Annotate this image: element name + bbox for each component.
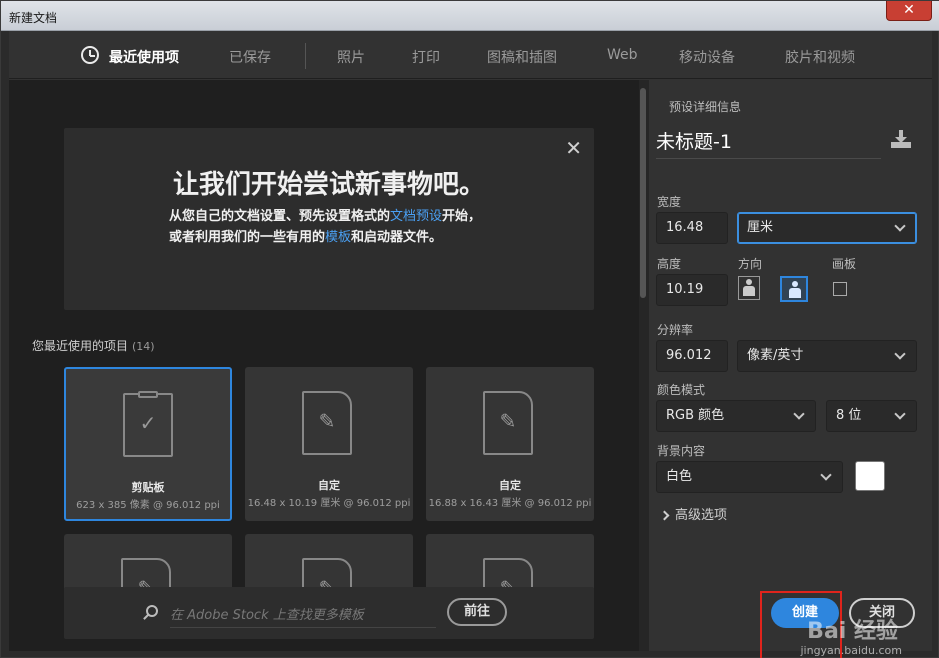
recent-panel: ✕ 让我们开始尝试新事物吧。 从您自己的文档设置、预先设置格式的文档预设开始，或… (9, 80, 639, 651)
scrollbar-thumb[interactable] (640, 88, 646, 298)
landscape-orientation-icon[interactable] (780, 276, 808, 302)
preset-section-title: 预设详细信息 (669, 100, 742, 114)
width-unit-select[interactable]: 厘米 (737, 212, 917, 244)
width-label: 宽度 (657, 195, 682, 209)
clipboard-icon: ✓ (123, 391, 173, 457)
chevron-down-icon (894, 408, 906, 420)
welcome-description: 从您自己的文档设置、预先设置格式的文档预设开始，或者利用我们的一些有用的模板和启… (169, 206, 489, 248)
watermark-logo: Bai 经验 (807, 619, 898, 644)
recent-item-meta: 623 x 385 像素 @ 96.012 ppi (76, 500, 220, 511)
preset-details-panel: 预设详细信息 未标题-1 宽度 16.48 厘米 高度 10.19 方向 画板 … (649, 80, 932, 658)
recent-item-name: 自定 (318, 479, 340, 492)
recent-heading: 您最近使用的项目 (14) (32, 337, 155, 354)
tab-film-video[interactable]: 胶片和视频 (785, 47, 855, 67)
advanced-options-label: 高级选项 (675, 508, 728, 523)
save-preset-icon[interactable] (891, 130, 913, 148)
template-link[interactable]: 模板 (325, 230, 351, 245)
document-preset-link[interactable]: 文档预设 (390, 209, 442, 224)
recent-title: 您最近使用的项目 (32, 339, 129, 353)
bit-depth-select[interactable]: 8 位 (826, 400, 917, 432)
tab-photo[interactable]: 照片 (337, 47, 365, 67)
resolution-label: 分辨率 (657, 323, 694, 337)
chevron-down-icon (820, 469, 832, 481)
orientation-label: 方向 (738, 257, 763, 271)
resolution-input[interactable]: 96.012 (656, 340, 728, 372)
welcome-text: 从您自己的文档设置、预先设置格式的 (169, 209, 391, 224)
recent-item-custom-1[interactable]: ✎ 自定 16.48 x 10.19 厘米 @ 96.012 ppi (245, 367, 413, 521)
tab-mobile[interactable]: 移动设备 (679, 47, 735, 67)
dialog-body: 最近使用项 已保存 照片 打印 图稿和插图 Web 移动设备 胶片和视频 ✕ 让… (9, 31, 932, 658)
document-pencil-icon: ✎ (483, 391, 533, 455)
welcome-headline: 让我们开始尝试新事物吧。 (172, 170, 485, 200)
recent-item-custom-2[interactable]: ✎ 自定 16.88 x 16.43 厘米 @ 96.012 ppi (426, 367, 594, 521)
background-color-swatch[interactable] (855, 461, 885, 491)
window-title: 新建文档 (9, 11, 58, 25)
background-label: 背景内容 (657, 444, 706, 458)
search-icon (146, 605, 158, 617)
stock-search-input[interactable]: 在 Adobe Stock 上查找更多模板 (170, 604, 436, 628)
width-unit-value: 厘米 (747, 220, 774, 235)
recent-item-meta: 16.48 x 10.19 厘米 @ 96.012 ppi (247, 498, 411, 509)
width-input[interactable]: 16.48 (656, 212, 728, 244)
chevron-right-icon (659, 510, 670, 521)
recent-item-name: 自定 (499, 479, 521, 492)
title-bar: 新建文档 ✕ (1, 1, 939, 31)
chevron-down-icon (894, 220, 906, 232)
scrollbar[interactable] (639, 80, 649, 651)
recent-item-name: 剪贴板 (131, 481, 165, 494)
artboard-checkbox[interactable] (833, 282, 847, 296)
recent-item-meta: 16.88 x 16.43 厘米 @ 96.012 ppi (428, 498, 592, 509)
recent-count: (14) (132, 340, 155, 353)
resolution-unit-value: 像素/英寸 (747, 348, 804, 363)
background-select[interactable]: 白色 (656, 461, 843, 493)
clock-icon (81, 46, 99, 64)
advanced-options-toggle[interactable]: 高级选项 (659, 504, 728, 523)
bit-depth-value: 8 位 (836, 408, 862, 423)
welcome-text: 和启动器文件。 (351, 230, 443, 245)
go-button[interactable]: 前往 (447, 598, 507, 626)
dismiss-banner-button[interactable]: ✕ (565, 136, 582, 160)
recent-item-clipboard[interactable]: ✓ 剪贴板 623 x 385 像素 @ 96.012 ppi (64, 367, 232, 521)
category-tabs: 最近使用项 已保存 照片 打印 图稿和插图 Web 移动设备 胶片和视频 (9, 31, 932, 79)
height-label: 高度 (657, 257, 682, 271)
chevron-down-icon (793, 408, 805, 420)
tab-divider (305, 43, 306, 69)
stock-search-bar: 在 Adobe Stock 上查找更多模板 前往 (64, 587, 594, 639)
color-mode-select[interactable]: RGB 颜色 (656, 400, 816, 432)
new-document-dialog: 新建文档 ✕ 最近使用项 已保存 照片 打印 图稿和插图 Web 移动设备 胶片… (0, 0, 939, 658)
tab-art-illustration[interactable]: 图稿和插图 (487, 47, 557, 67)
tab-web[interactable]: Web (607, 47, 638, 63)
resolution-unit-select[interactable]: 像素/英寸 (737, 340, 917, 372)
artboard-label: 画板 (832, 257, 857, 271)
color-mode-value: RGB 颜色 (666, 408, 725, 423)
background-value: 白色 (666, 469, 693, 484)
color-mode-label: 颜色模式 (657, 383, 706, 397)
chevron-down-icon (894, 348, 906, 360)
height-input[interactable]: 10.19 (656, 274, 728, 306)
watermark-url: jingyan.baidu.com (800, 644, 902, 657)
document-name-field[interactable]: 未标题-1 (656, 127, 881, 159)
document-pencil-icon: ✎ (302, 391, 352, 455)
tab-recent[interactable]: 最近使用项 (109, 47, 179, 67)
tab-saved[interactable]: 已保存 (229, 47, 271, 67)
welcome-banner: ✕ 让我们开始尝试新事物吧。 从您自己的文档设置、预先设置格式的文档预设开始，或… (64, 128, 594, 310)
tab-print[interactable]: 打印 (412, 47, 440, 67)
window-close-button[interactable]: ✕ (886, 1, 932, 21)
portrait-orientation-icon[interactable] (738, 276, 762, 302)
